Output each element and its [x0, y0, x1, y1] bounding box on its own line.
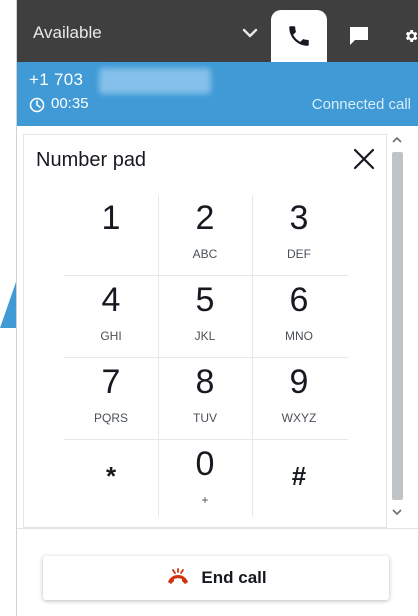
top-bar: Available [17, 0, 418, 62]
chevron-down-icon [242, 28, 258, 38]
tab-settings[interactable] [393, 10, 418, 62]
chevron-up-icon[interactable] [387, 132, 407, 148]
key-hash[interactable]: # [252, 439, 346, 521]
redacted-number-mask [99, 68, 211, 94]
key-6[interactable]: 6 MNO [252, 275, 346, 357]
tab-phone[interactable] [271, 10, 327, 62]
scrollbar[interactable] [387, 130, 407, 522]
chat-icon [350, 27, 368, 45]
phone-icon [289, 26, 309, 46]
key-letters: DEF [287, 247, 311, 261]
key-5[interactable]: 5 JKL [158, 275, 252, 357]
agent-status-dropdown[interactable]: Available [29, 14, 269, 52]
number-pad-title: Number pad [36, 149, 147, 171]
key-digit: * [105, 461, 117, 491]
key-letters: ABC [192, 247, 218, 261]
key-7[interactable]: 7 PQRS [64, 357, 158, 439]
active-call-banner: +1 703 00:35 Connected call [17, 62, 418, 126]
key-8[interactable]: 8 TUV [158, 357, 252, 439]
key-digit: 8 [195, 363, 215, 401]
close-icon[interactable] [346, 141, 382, 177]
agent-status-label: Available [33, 23, 102, 42]
callout-arrow [0, 282, 16, 328]
key-letters: + [201, 493, 209, 507]
key-letters: JKL [194, 329, 216, 343]
key-letters: WXYZ [281, 411, 317, 425]
gear-icon [405, 30, 418, 42]
key-9[interactable]: 9 WXYZ [252, 357, 346, 439]
key-digit: 3 [289, 199, 309, 237]
key-digit: 6 [289, 281, 309, 319]
key-letters: PQRS [93, 411, 128, 425]
key-digit: 0 [195, 445, 215, 483]
call-status-text: Connected call [311, 96, 411, 113]
key-0[interactable]: 0 + [158, 439, 252, 521]
key-digit: 4 [101, 281, 121, 319]
key-digit: 2 [195, 199, 215, 237]
number-pad-card: Number pad 1 2 ABC 3 DEF 4 GHI 5 JKL 6 M… [23, 134, 387, 528]
key-digit: 5 [195, 281, 215, 319]
key-letters: TUV [193, 411, 217, 425]
key-digit: 1 [101, 199, 121, 237]
key-letters: GHI [100, 329, 122, 343]
call-timer: 00:35 [51, 95, 89, 112]
end-call-label: End call [201, 568, 267, 587]
key-4[interactable]: 4 GHI [64, 275, 158, 357]
end-call-button[interactable]: End call [43, 556, 389, 600]
key-digit: 7 [101, 363, 121, 401]
key-star[interactable]: * [64, 439, 158, 521]
clock-icon [29, 97, 45, 113]
key-letters: MNO [285, 329, 313, 343]
tab-chat[interactable] [337, 10, 381, 62]
key-2[interactable]: 2 ABC [158, 193, 252, 275]
key-digit: 9 [289, 363, 309, 401]
footer-divider [17, 528, 418, 529]
hang-up-icon [168, 568, 189, 584]
chevron-down-icon[interactable] [387, 504, 407, 520]
key-1[interactable]: 1 [64, 193, 158, 275]
scrollbar-thumb[interactable] [392, 152, 403, 500]
softphone-panel: Available +1 703 00:35 Connected call Nu… [16, 0, 418, 616]
caller-number: +1 703 [29, 70, 84, 89]
key-3[interactable]: 3 DEF [252, 193, 346, 275]
key-digit: # [291, 461, 307, 491]
